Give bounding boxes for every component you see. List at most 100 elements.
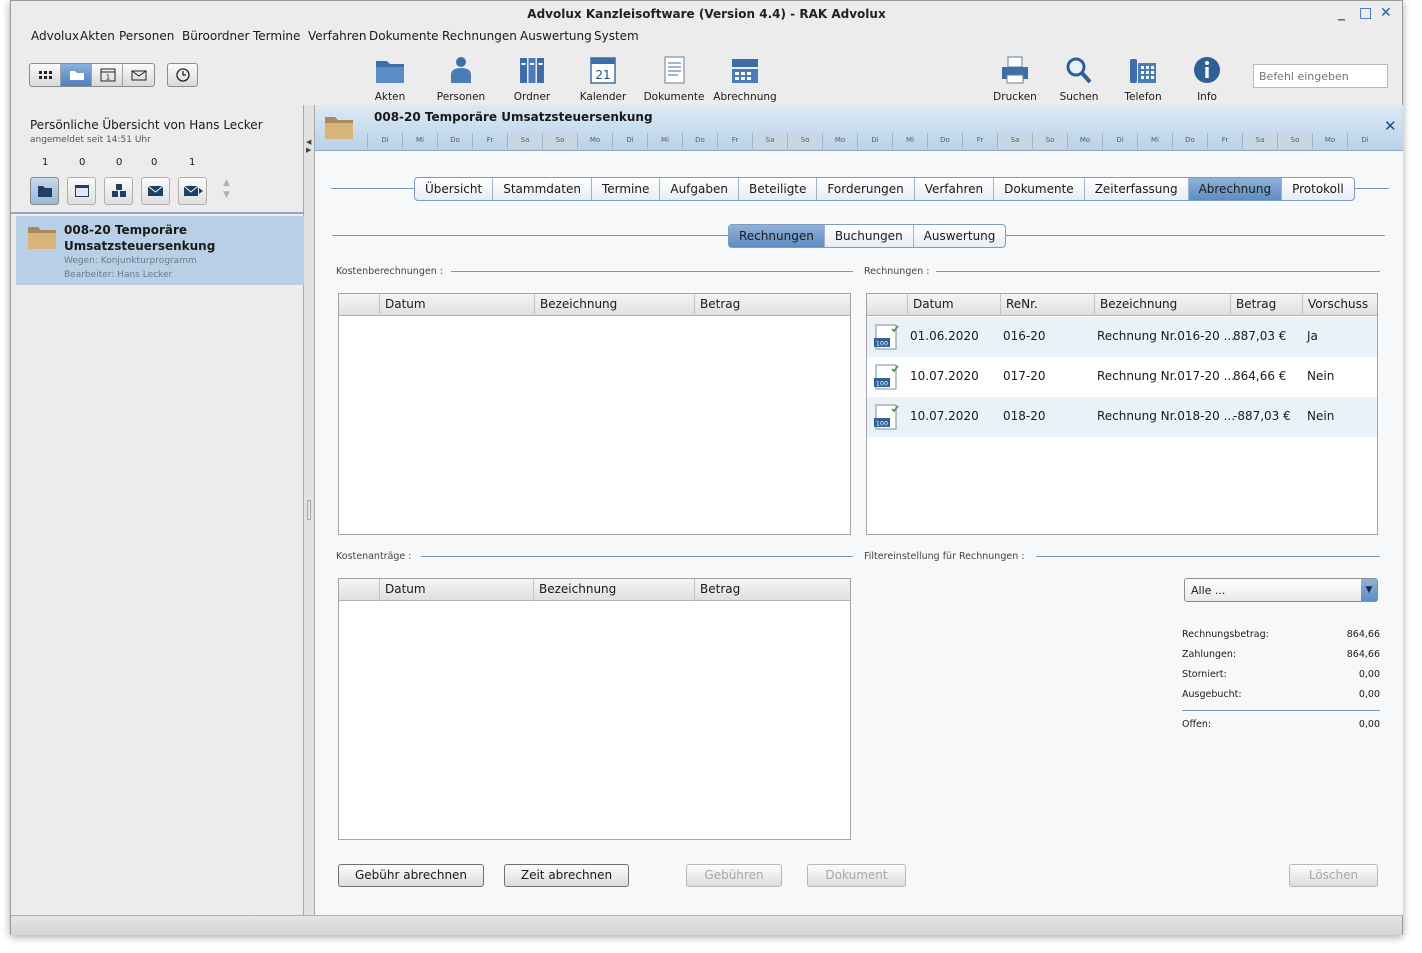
case-title-line2: Umsatzsteuersenkung <box>64 239 216 253</box>
tab-verfahren[interactable]: Verfahren <box>915 178 995 200</box>
ruler-day: Mo <box>1067 133 1102 149</box>
calendar-small-icon: 1 <box>100 68 116 82</box>
zeit-abrechnen-button[interactable]: Zeit abrechnen <box>504 864 629 887</box>
login-time: angemeldet seit 14:51 Uhr <box>30 135 151 145</box>
col-renr[interactable]: ReNr. <box>1000 294 1038 316</box>
clock-icon <box>176 68 190 82</box>
loeschen-button[interactable]: Löschen <box>1289 864 1378 887</box>
summary-label: Offen: <box>1182 719 1212 730</box>
history-button[interactable] <box>167 63 198 87</box>
col-datum[interactable]: Datum <box>379 579 426 601</box>
view-akten-button[interactable] <box>61 64 92 86</box>
toolbar-ordner[interactable]: Ordner <box>497 55 567 103</box>
summary-label: Ausgebucht: <box>1182 689 1242 700</box>
gebuehren-button[interactable]: Gebühren <box>686 864 782 887</box>
ruler-day: Mo <box>577 133 612 149</box>
splitter-arrows-icon[interactable]: ◀ ▶ <box>306 138 311 154</box>
subtab-auswertung[interactable]: Auswertung <box>914 225 1006 247</box>
table-row[interactable]: 100 10.07.2020 017-20 Rechnung Nr.017-20… <box>867 357 1377 397</box>
tab-protokoll[interactable]: Protokoll <box>1282 178 1354 200</box>
summary-value: 0,00 <box>1358 689 1380 700</box>
invoice-filter-select[interactable]: Alle ... ▼ <box>1184 578 1378 602</box>
filter-mail-out-button[interactable] <box>178 177 207 205</box>
toolbar-kalender[interactable]: 21 Kalender <box>568 55 638 103</box>
menu-dokumente[interactable]: Dokumente <box>369 29 439 43</box>
dokument-button[interactable]: Dokument <box>807 864 906 887</box>
view-mail-button[interactable] <box>123 64 154 86</box>
tab-aufgaben[interactable]: Aufgaben <box>660 178 739 200</box>
toolbar-telefon[interactable]: Telefon <box>1108 55 1178 103</box>
col-bezeichnung[interactable]: Bezeichnung <box>533 579 616 601</box>
close-window-icon[interactable]: ✕ <box>1380 5 1392 21</box>
tab-stammdaten[interactable]: Stammdaten <box>493 178 592 200</box>
filter-akten-button[interactable] <box>30 177 59 205</box>
menu-system[interactable]: System <box>594 29 639 43</box>
tab-dokumente[interactable]: Dokumente <box>994 178 1085 200</box>
ruler-day: So <box>542 133 577 149</box>
command-input[interactable] <box>1253 64 1388 88</box>
col-datum[interactable]: Datum <box>907 294 954 316</box>
ruler-day: Do <box>682 133 717 149</box>
overview-title: Persönliche Übersicht von Hans Lecker <box>30 118 263 132</box>
view-calendar-button[interactable]: 1 <box>92 64 123 86</box>
menu-verfahren[interactable]: Verfahren <box>308 29 366 43</box>
tab-termine[interactable]: Termine <box>592 178 661 200</box>
tab-zeiterfassung[interactable]: Zeiterfassung <box>1085 178 1189 200</box>
menu-advolux[interactable]: Advolux <box>31 29 79 43</box>
col-betrag[interactable]: Betrag <box>694 294 740 316</box>
tab-forderungen[interactable]: Forderungen <box>817 178 915 200</box>
toolbar-personen[interactable]: Personen <box>426 55 496 103</box>
col-betrag[interactable]: Betrag <box>694 579 740 601</box>
menu-rechnungen[interactable]: Rechnungen <box>442 29 517 43</box>
filter-termine-button[interactable] <box>67 177 96 205</box>
chevron-down-icon[interactable]: ▼ <box>1361 579 1377 601</box>
pane-splitter[interactable]: ◀ ▶ <box>304 105 314 915</box>
toolbar-dokumente[interactable]: Dokumente <box>639 55 709 103</box>
filter-aufgaben-button[interactable] <box>104 177 133 205</box>
case-folder-icon <box>28 227 56 249</box>
section-rechnungen: Rechnungen : <box>864 266 936 277</box>
section-kostenberechnungen: Kostenberechnungen : <box>336 266 449 277</box>
splitter-grip[interactable] <box>307 500 311 520</box>
col-betrag[interactable]: Betrag <box>1230 294 1276 316</box>
tab-uebersicht[interactable]: Übersicht <box>415 178 494 200</box>
menu-personen[interactable]: Personen <box>119 29 174 43</box>
menu-bueroordner[interactable]: Büroordner <box>182 29 249 43</box>
subtab-buchungen[interactable]: Buchungen <box>825 225 914 247</box>
minimize-icon[interactable]: _ <box>1338 5 1345 21</box>
table-row[interactable]: 100 10.07.2020 018-20 Rechnung Nr.018-20… <box>867 397 1377 437</box>
col-vorschuss[interactable]: Vorschuss <box>1302 294 1368 316</box>
toolbar-akten[interactable]: Akten <box>355 55 425 103</box>
menu-termine[interactable]: Termine <box>253 29 300 43</box>
toolbar-info[interactable]: Info <box>1172 55 1242 103</box>
tab-abrechnung[interactable]: Abrechnung <box>1188 178 1283 200</box>
col-bezeichnung[interactable]: Bezeichnung <box>534 294 617 316</box>
toolbar-abrechnung-label: Abrechnung <box>713 91 777 103</box>
document-icon <box>664 56 685 84</box>
toolbar-abrechnung[interactable]: Abrechnung <box>710 55 780 103</box>
subtab-rechnungen[interactable]: Rechnungen <box>729 225 825 247</box>
toolbar-ordner-label: Ordner <box>513 91 551 103</box>
toolbar-suchen[interactable]: Suchen <box>1044 55 1114 103</box>
col-bezeichnung[interactable]: Bezeichnung <box>1094 294 1177 316</box>
ruler-day: So <box>787 133 822 149</box>
case-list-item[interactable]: 008-20 Temporäre Umsatzsteuersenkung Weg… <box>16 216 304 285</box>
svg-text:1: 1 <box>106 74 110 82</box>
invoice-icon: 100 <box>874 364 899 390</box>
section-kostenantraege: Kostenanträge : <box>336 551 418 562</box>
filter-mail-in-button[interactable] <box>141 177 170 205</box>
maximize-icon[interactable]: □ <box>1359 5 1372 21</box>
menu-akten[interactable]: Akten <box>80 29 115 43</box>
tab-beteiligte[interactable]: Beteiligte <box>739 178 818 200</box>
summary-label: Storniert: <box>1182 669 1227 680</box>
col-datum[interactable]: Datum <box>379 294 426 316</box>
case-title-line1: 008-20 Temporäre <box>64 223 188 237</box>
table-row[interactable]: 100 01.06.2020 016-20 Rechnung Nr.016-20… <box>867 317 1377 357</box>
scroll-arrows-icon[interactable]: ▲ ▼ <box>223 177 230 201</box>
gebuehr-abrechnen-button[interactable]: Gebühr abrechnen <box>338 864 484 887</box>
view-dashboard-button[interactable] <box>30 64 61 86</box>
mail-small-icon <box>131 70 147 81</box>
menu-auswertung[interactable]: Auswertung <box>520 29 592 43</box>
toolbar-drucken[interactable]: Drucken <box>980 55 1050 103</box>
close-case-icon[interactable]: ✕ <box>1384 117 1397 135</box>
